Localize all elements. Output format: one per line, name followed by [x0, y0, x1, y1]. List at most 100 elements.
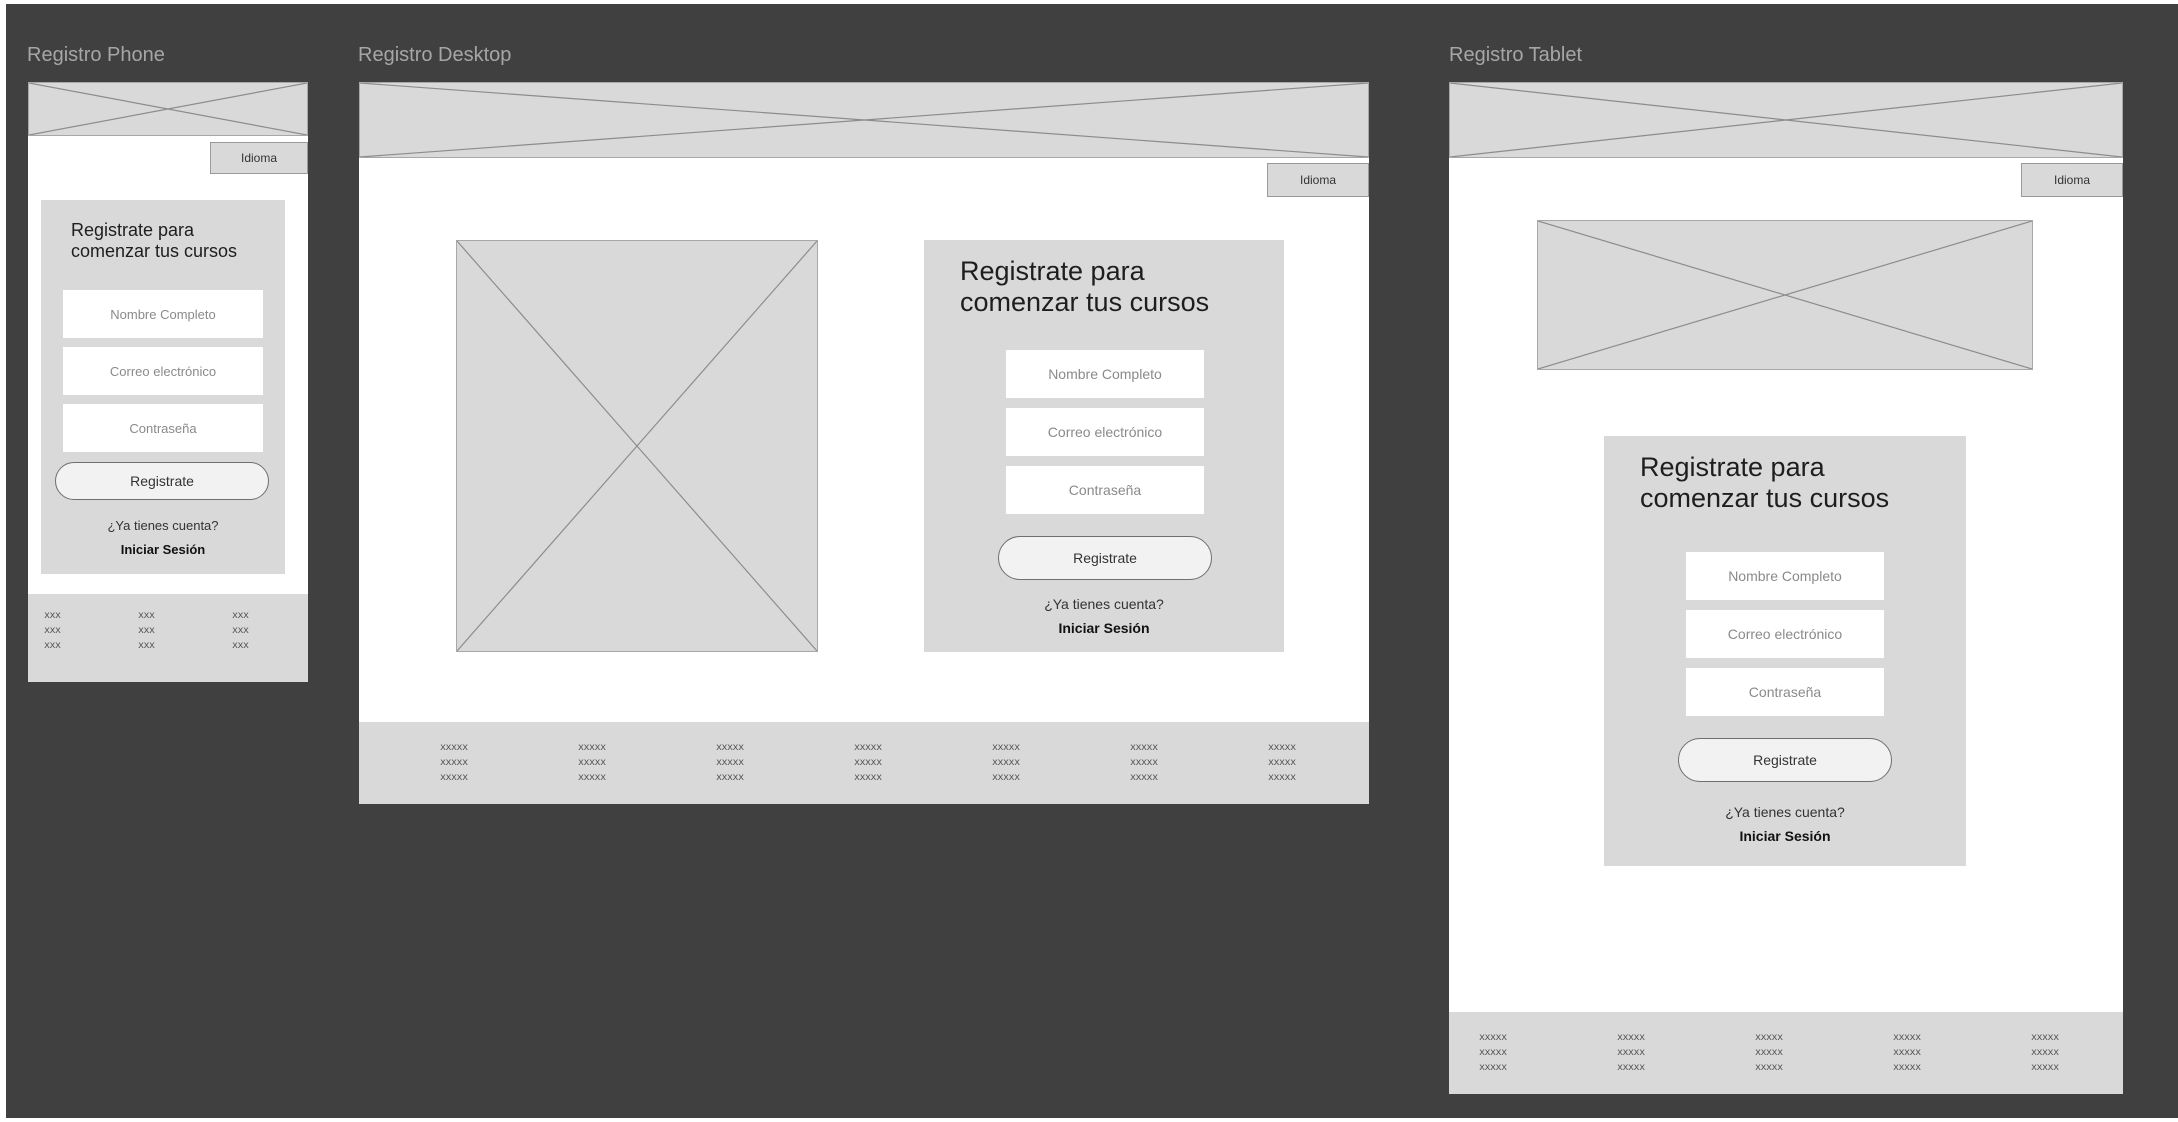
- footer-column: xxxxx xxxxx xxxxx: [2031, 1030, 2059, 1075]
- register-button[interactable]: Registrate: [55, 462, 269, 500]
- footer-link[interactable]: xxxxx: [992, 755, 1020, 770]
- footer: xxxxx xxxxx xxxxx xxxxx xxxxx xxxxx xxxx…: [359, 722, 1369, 804]
- register-card: Registrate para comenzar tus cursos Nomb…: [1604, 436, 1966, 866]
- full-name-field[interactable]: Nombre Completo: [1006, 350, 1204, 398]
- footer-link[interactable]: xxx: [44, 638, 61, 653]
- footer-link[interactable]: xxx: [138, 623, 155, 638]
- footer-link[interactable]: xxxxx: [1755, 1045, 1783, 1060]
- footer-link[interactable]: xxxxx: [1130, 755, 1158, 770]
- password-field[interactable]: Contraseña: [1006, 466, 1204, 514]
- tablet-frame: Idioma Registrate para comenzar tus curs…: [1449, 82, 2123, 1094]
- login-link[interactable]: Iniciar Sesión: [924, 620, 1284, 636]
- footer-link[interactable]: xxxxx: [2031, 1045, 2059, 1060]
- footer-link[interactable]: xxxxx: [1617, 1045, 1645, 1060]
- footer-link[interactable]: xxx: [138, 638, 155, 653]
- footer-link[interactable]: xxxxx: [992, 740, 1020, 755]
- hero-image-placeholder: [1537, 220, 2033, 370]
- password-field[interactable]: Contraseña: [63, 404, 263, 452]
- header-image-placeholder: [1449, 82, 2123, 158]
- desktop-frame: Idioma Registrate para comenzar tus curs…: [359, 82, 1369, 804]
- card-title: Registrate para comenzar tus cursos: [1640, 452, 1890, 514]
- footer-column: xxxxx xxxxx xxxxx: [440, 740, 468, 785]
- header-image-placeholder: [359, 82, 1369, 158]
- design-canvas: Registro Phone Idioma Registrate para co…: [6, 4, 2178, 1118]
- footer-column: xxxxx xxxxx xxxxx: [1479, 1030, 1507, 1075]
- footer-link[interactable]: xxxxx: [578, 770, 606, 785]
- footer-link[interactable]: xxx: [44, 623, 61, 638]
- footer-link[interactable]: xxx: [232, 623, 249, 638]
- email-field[interactable]: Correo electrónico: [63, 347, 263, 395]
- footer-column: xxxxx xxxxx xxxxx: [1893, 1030, 1921, 1075]
- email-field[interactable]: Correo electrónico: [1686, 610, 1884, 658]
- frame-title-tablet: Registro Tablet: [1449, 44, 1583, 66]
- footer-link[interactable]: xxxxx: [440, 755, 468, 770]
- footer-link[interactable]: xxxxx: [578, 740, 606, 755]
- footer-link[interactable]: xxxxx: [1479, 1060, 1507, 1075]
- footer-link[interactable]: xxxxx: [1130, 740, 1158, 755]
- footer-link[interactable]: xxx: [232, 638, 249, 653]
- footer-link[interactable]: xxxxx: [1268, 740, 1296, 755]
- have-account-text: ¿Ya tienes cuenta?: [107, 518, 219, 533]
- footer-column: xxxxx xxxxx xxxxx: [1268, 740, 1296, 785]
- footer-link[interactable]: xxxxx: [716, 755, 744, 770]
- full-name-field[interactable]: Nombre Completo: [63, 290, 263, 338]
- footer: xxx xxx xxx xxx xxx xxx xxx xxx xxx: [28, 594, 308, 682]
- login-link[interactable]: Iniciar Sesión: [1604, 828, 1966, 844]
- register-card: Registrate para comenzar tus cursos Nomb…: [41, 200, 285, 574]
- footer-link[interactable]: xxx: [138, 608, 155, 623]
- footer: xxxxx xxxxx xxxxx xxxxx xxxxx xxxxx xxxx…: [1449, 1012, 2123, 1094]
- register-card: Registrate para comenzar tus cursos Nomb…: [924, 240, 1284, 652]
- footer-link[interactable]: xxxxx: [854, 770, 882, 785]
- footer-column: xxxxx xxxxx xxxxx: [854, 740, 882, 785]
- footer-link[interactable]: xxxxx: [992, 770, 1020, 785]
- footer-link[interactable]: xxxxx: [578, 755, 606, 770]
- footer-column: xxxxx xxxxx xxxxx: [578, 740, 606, 785]
- footer-link[interactable]: xxxxx: [1617, 1030, 1645, 1045]
- have-account-text: ¿Ya tienes cuenta?: [1044, 596, 1164, 612]
- footer-link[interactable]: xxxxx: [1268, 770, 1296, 785]
- language-button[interactable]: Idioma: [2021, 163, 2123, 197]
- footer-column: xxxxx xxxxx xxxxx: [1755, 1030, 1783, 1075]
- card-title: Registrate para comenzar tus cursos: [71, 220, 238, 261]
- footer-link[interactable]: xxx: [232, 608, 249, 623]
- footer-column: xxx xxx xxx: [232, 608, 249, 653]
- footer-link[interactable]: xxxxx: [2031, 1030, 2059, 1045]
- footer-column: xxxxx xxxxx xxxxx: [716, 740, 744, 785]
- footer-link[interactable]: xxxxx: [854, 755, 882, 770]
- footer-link[interactable]: xxxxx: [716, 740, 744, 755]
- full-name-field[interactable]: Nombre Completo: [1686, 552, 1884, 600]
- footer-link[interactable]: xxxxx: [1893, 1060, 1921, 1075]
- footer-column: xxxxx xxxxx xxxxx: [1130, 740, 1158, 785]
- footer-link[interactable]: xxxxx: [1755, 1060, 1783, 1075]
- header-image-placeholder: [28, 82, 308, 136]
- language-button[interactable]: Idioma: [1267, 163, 1369, 197]
- card-title: Registrate para comenzar tus cursos: [960, 256, 1210, 318]
- footer-link[interactable]: xxxxx: [440, 740, 468, 755]
- email-field[interactable]: Correo electrónico: [1006, 408, 1204, 456]
- phone-frame: Idioma Registrate para comenzar tus curs…: [28, 82, 308, 682]
- footer-link[interactable]: xxxxx: [1893, 1030, 1921, 1045]
- footer-link[interactable]: xxxxx: [1130, 770, 1158, 785]
- register-button[interactable]: Registrate: [998, 536, 1212, 580]
- login-link[interactable]: Iniciar Sesión: [41, 542, 285, 557]
- footer-link[interactable]: xxxxx: [440, 770, 468, 785]
- footer-link[interactable]: xxxxx: [2031, 1060, 2059, 1075]
- footer-link[interactable]: xxx: [44, 608, 61, 623]
- footer-link[interactable]: xxxxx: [1893, 1045, 1921, 1060]
- footer-link[interactable]: xxxxx: [1268, 755, 1296, 770]
- have-account-text: ¿Ya tienes cuenta?: [1725, 804, 1845, 820]
- footer-link[interactable]: xxxxx: [854, 740, 882, 755]
- footer-link[interactable]: xxxxx: [1617, 1060, 1645, 1075]
- footer-link[interactable]: xxxxx: [1479, 1030, 1507, 1045]
- password-field[interactable]: Contraseña: [1686, 668, 1884, 716]
- footer-link[interactable]: xxxxx: [1479, 1045, 1507, 1060]
- footer-column: xxx xxx xxx: [138, 608, 155, 653]
- footer-link[interactable]: xxxxx: [1755, 1030, 1783, 1045]
- footer-column: xxxxx xxxxx xxxxx: [1617, 1030, 1645, 1075]
- footer-link[interactable]: xxxxx: [716, 770, 744, 785]
- frame-title-phone: Registro Phone: [27, 44, 165, 66]
- footer-column: xxx xxx xxx: [44, 608, 61, 653]
- language-button[interactable]: Idioma: [210, 142, 308, 174]
- footer-column: xxxxx xxxxx xxxxx: [992, 740, 1020, 785]
- register-button[interactable]: Registrate: [1678, 738, 1892, 782]
